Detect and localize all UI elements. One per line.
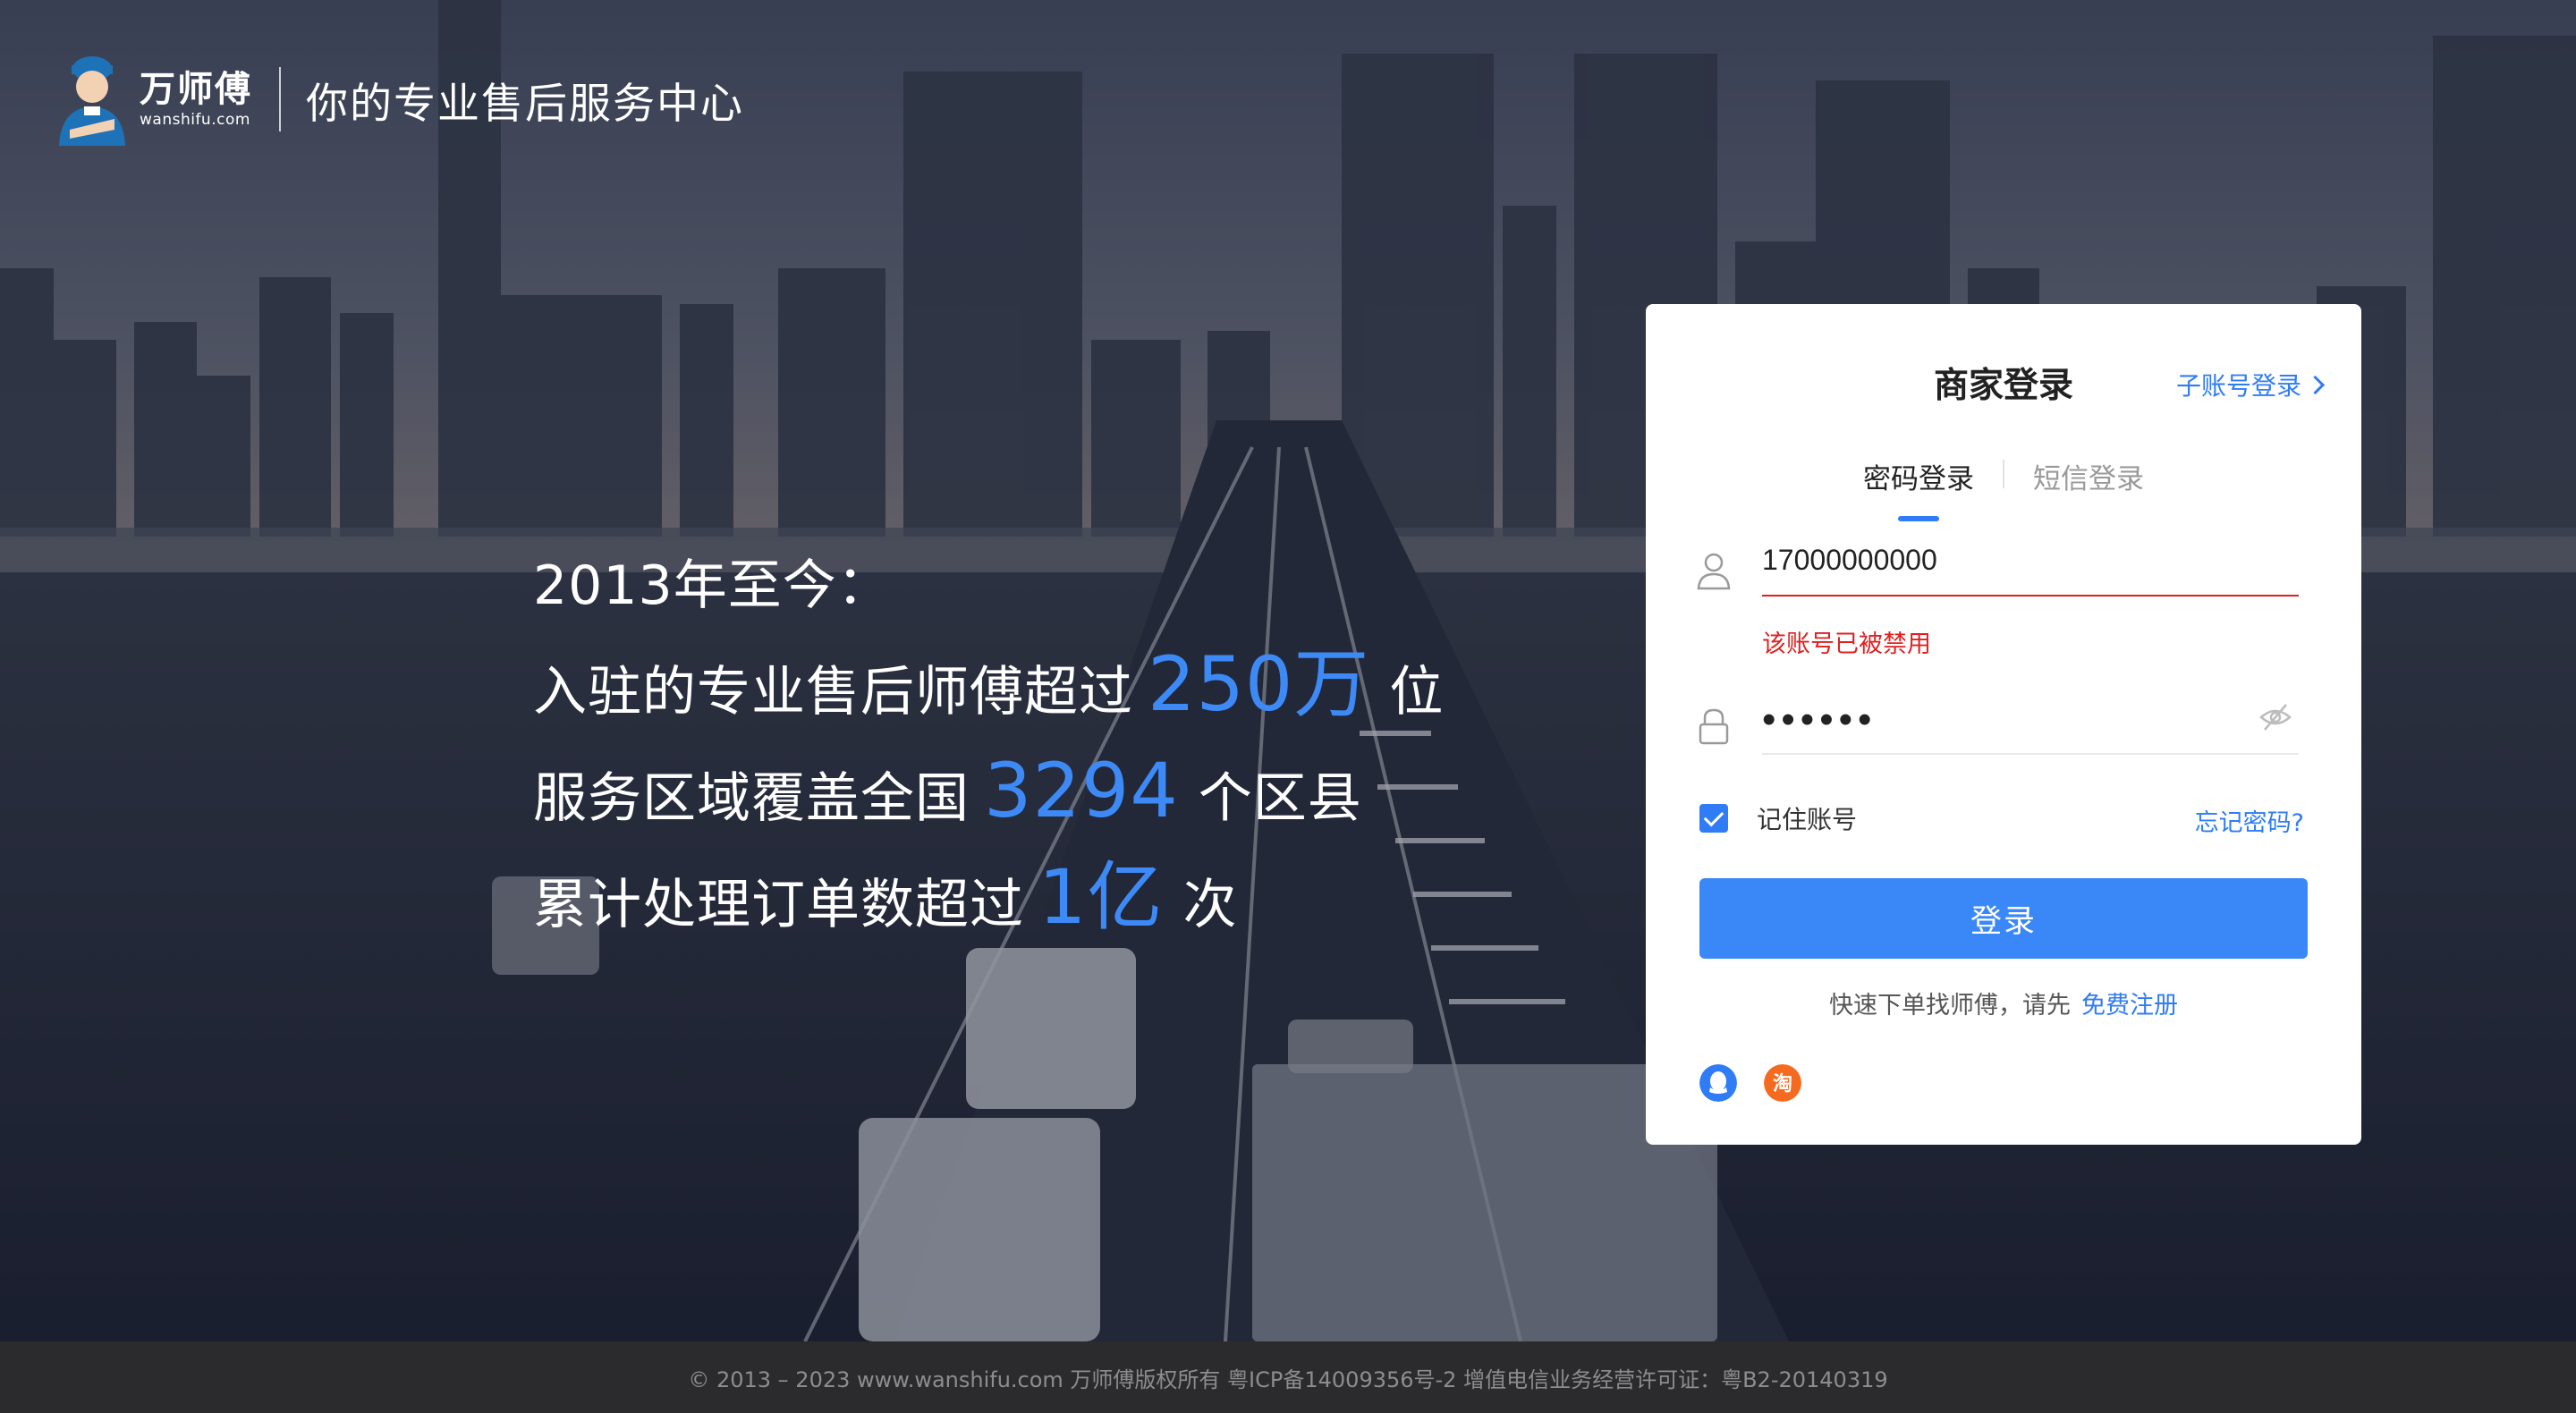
stat-unit: 个区县 (1198, 767, 1362, 830)
sub-account-login-label: 子账号登录 (2175, 371, 2301, 401)
stat-masters: 入驻的专业售后师傅超过 250万位 (533, 635, 1444, 741)
sub-account-login-link[interactable]: 子账号登录 (2175, 367, 2326, 402)
password-field (1696, 698, 2299, 755)
password-input[interactable] (1762, 698, 2299, 755)
brand-name: 万师傅 (140, 69, 252, 110)
register-prompt: 快速下单找师傅，请先 免费注册 (1646, 986, 2361, 1020)
header-slogan: 你的专业售后服务中心 (306, 79, 744, 129)
stat-value: 250万 (1148, 640, 1370, 728)
username-field (1696, 544, 2299, 597)
login-tabs: 密码登录 短信登录 (1646, 456, 2361, 521)
stats-intro: 2013年至今： (533, 554, 892, 617)
header-divider (279, 67, 281, 131)
tab-password-login[interactable]: 密码登录 (1863, 456, 1974, 521)
stat-coverage: 服务区域覆盖全国 3294 个区县 (533, 741, 1444, 848)
register-prompt-text: 快速下单找师傅，请先 (1829, 992, 2071, 1020)
footer-copyright: © 2013 – 2023 www.wanshifu.com 万师傅版权所有 粤… (688, 1366, 1888, 1392)
username-error-message: 该账号已被禁用 (1762, 630, 1931, 658)
tab-sms-login[interactable]: 短信登录 (2033, 456, 2144, 521)
qq-icon[interactable] (1699, 1064, 1737, 1102)
login-card: 商家登录 子账号登录 密码登录 短信登录 该账号已被禁用 (1646, 304, 2361, 1145)
brand-wordmark: 万师傅 wanshifu.com (140, 69, 252, 130)
stat-value: 1亿 (1038, 853, 1164, 941)
brand-logo-icon[interactable] (52, 53, 132, 146)
social-login: 淘 (1699, 1064, 1828, 1102)
stats-panel: 2013年至今： 入驻的专业售后师傅超过 250万位 服务区域覆盖全国 3294 个区… (533, 537, 1444, 954)
site-header: 万师傅 wanshifu.com 你的专业售后服务中心 (52, 50, 744, 148)
stat-unit: 次 (1182, 874, 1238, 936)
tab-divider (2003, 460, 2004, 488)
forgot-password-link[interactable]: 忘记密码? (2195, 803, 2304, 838)
username-input[interactable] (1762, 544, 2299, 597)
login-button[interactable]: 登录 (1699, 878, 2308, 959)
taobao-icon[interactable]: 淘 (1764, 1064, 1801, 1102)
stat-label: 服务区域覆盖全国 (533, 767, 970, 830)
svg-text:淘: 淘 (1773, 1072, 1792, 1096)
register-link[interactable]: 免费注册 (2081, 992, 2178, 1020)
password-input-wrap (1762, 698, 2299, 755)
stat-label: 入驻的专业售后师傅超过 (533, 661, 1133, 723)
eye-hidden-icon[interactable] (2258, 699, 2293, 735)
username-input-wrap (1762, 544, 2299, 597)
remember-account: 记住账号 (1699, 800, 1857, 836)
stat-value: 3294 (984, 747, 1179, 834)
chevron-right-icon (2305, 375, 2326, 394)
stat-orders: 累计处理订单数超过 1亿次 (533, 848, 1444, 954)
brand-domain: wanshifu.com (140, 111, 250, 129)
user-icon (1697, 553, 1731, 589)
lock-icon (1699, 708, 1729, 745)
remember-label: 记住账号 (1757, 805, 1858, 834)
remember-checkbox[interactable] (1699, 804, 1728, 833)
stat-label: 累计处理订单数超过 (533, 874, 1024, 936)
stat-unit: 位 (1389, 661, 1445, 723)
site-footer: © 2013 – 2023 www.wanshifu.com 万师傅版权所有 粤… (0, 1341, 2576, 1413)
